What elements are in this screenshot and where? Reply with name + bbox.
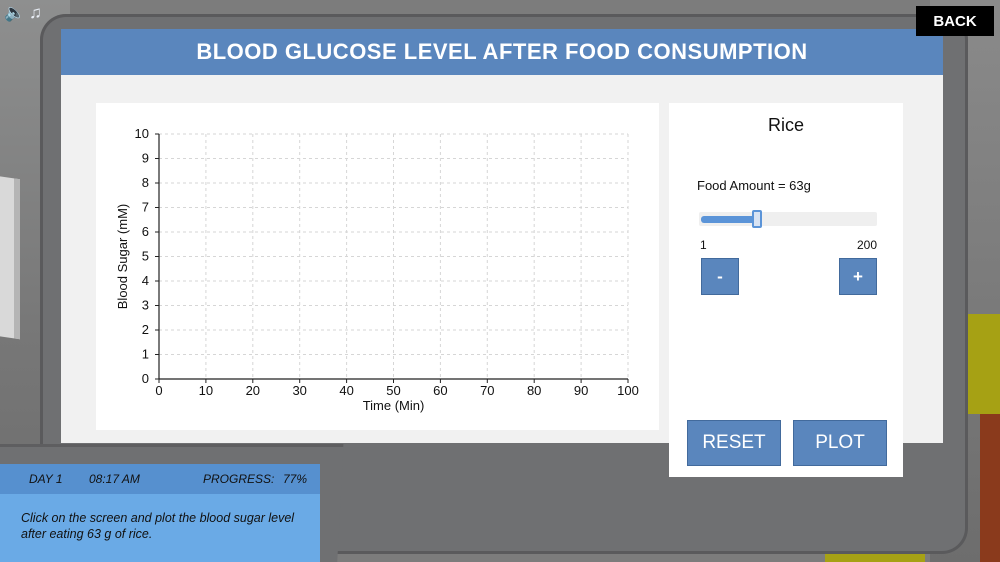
y-tick-label: 9 bbox=[142, 151, 149, 166]
y-tick-label: 3 bbox=[142, 298, 149, 313]
y-axis-label: Blood Sugar (mM) bbox=[115, 204, 130, 309]
food-amount-slider[interactable] bbox=[699, 210, 877, 228]
x-tick-label: 90 bbox=[574, 383, 588, 398]
chart-svg[interactable]: 0 10 20 30 40 50 60 70 80 90 100 0 1 2 3 4 5 6 7 8 9 10 Time (… bbox=[96, 103, 659, 430]
top-icons: 🔈 ♫ bbox=[4, 3, 42, 23]
y-tick-label: 10 bbox=[135, 126, 149, 141]
scene-red-block bbox=[980, 414, 1000, 562]
scene-white-box bbox=[0, 170, 20, 340]
slider-min-label: 1 bbox=[700, 238, 707, 252]
slider-thumb[interactable] bbox=[752, 210, 763, 228]
slider-fill bbox=[701, 216, 757, 223]
x-tick-label: 100 bbox=[617, 383, 639, 398]
y-tick-label: 1 bbox=[142, 347, 149, 362]
decrease-button[interactable]: - bbox=[701, 258, 739, 295]
x-tick-label: 40 bbox=[339, 383, 353, 398]
control-panel: Rice Food Amount = 63g 1 200 - + RESET P… bbox=[669, 103, 903, 477]
x-tick-label: 50 bbox=[386, 383, 400, 398]
time-label: 08:17 AM bbox=[89, 472, 140, 486]
reset-button[interactable]: RESET bbox=[687, 420, 781, 466]
title-bar: BLOOD GLUCOSE LEVEL AFTER FOOD CONSUMPTI… bbox=[61, 29, 943, 75]
y-tick-label: 0 bbox=[142, 371, 149, 386]
chart-panel[interactable]: 0 10 20 30 40 50 60 70 80 90 100 0 1 2 3 4 5 6 7 8 9 10 Time (… bbox=[96, 103, 659, 430]
music-note-icon[interactable]: ♫ bbox=[29, 3, 42, 23]
instruction-text: Click on the screen and plot the blood s… bbox=[21, 511, 295, 541]
increase-button[interactable]: + bbox=[839, 258, 877, 295]
x-tick-label: 0 bbox=[155, 383, 162, 398]
y-tick-label: 8 bbox=[142, 175, 149, 190]
x-tick-label: 80 bbox=[527, 383, 541, 398]
y-tick-label: 6 bbox=[142, 224, 149, 239]
plot-button[interactable]: PLOT bbox=[793, 420, 887, 466]
food-amount-label: Food Amount = 63g bbox=[697, 178, 811, 193]
x-axis-label: Time (Min) bbox=[363, 398, 425, 413]
food-name: Rice bbox=[767, 115, 804, 135]
x-tick-label: 10 bbox=[199, 383, 213, 398]
page-title: BLOOD GLUCOSE LEVEL AFTER FOOD CONSUMPTI… bbox=[196, 39, 808, 64]
x-tick-label: 30 bbox=[292, 383, 306, 398]
progress-label: PROGRESS: bbox=[203, 472, 275, 486]
y-tick-label: 4 bbox=[142, 273, 149, 288]
y-tick-label: 2 bbox=[142, 322, 149, 337]
status-bar: DAY 1 08:17 AM PROGRESS: 77% bbox=[0, 464, 320, 494]
y-tick-label: 5 bbox=[142, 249, 149, 264]
slider-max-label: 200 bbox=[856, 238, 877, 252]
day-label: DAY 1 bbox=[29, 472, 63, 486]
x-tick-label: 70 bbox=[480, 383, 494, 398]
speaker-icon[interactable]: 🔈 bbox=[4, 3, 25, 23]
x-tick-label: 60 bbox=[433, 383, 447, 398]
progress-value: 77% bbox=[283, 472, 308, 486]
y-tick-label: 7 bbox=[142, 200, 149, 215]
back-button[interactable]: BACK bbox=[916, 6, 994, 36]
x-tick-label: 20 bbox=[246, 383, 260, 398]
